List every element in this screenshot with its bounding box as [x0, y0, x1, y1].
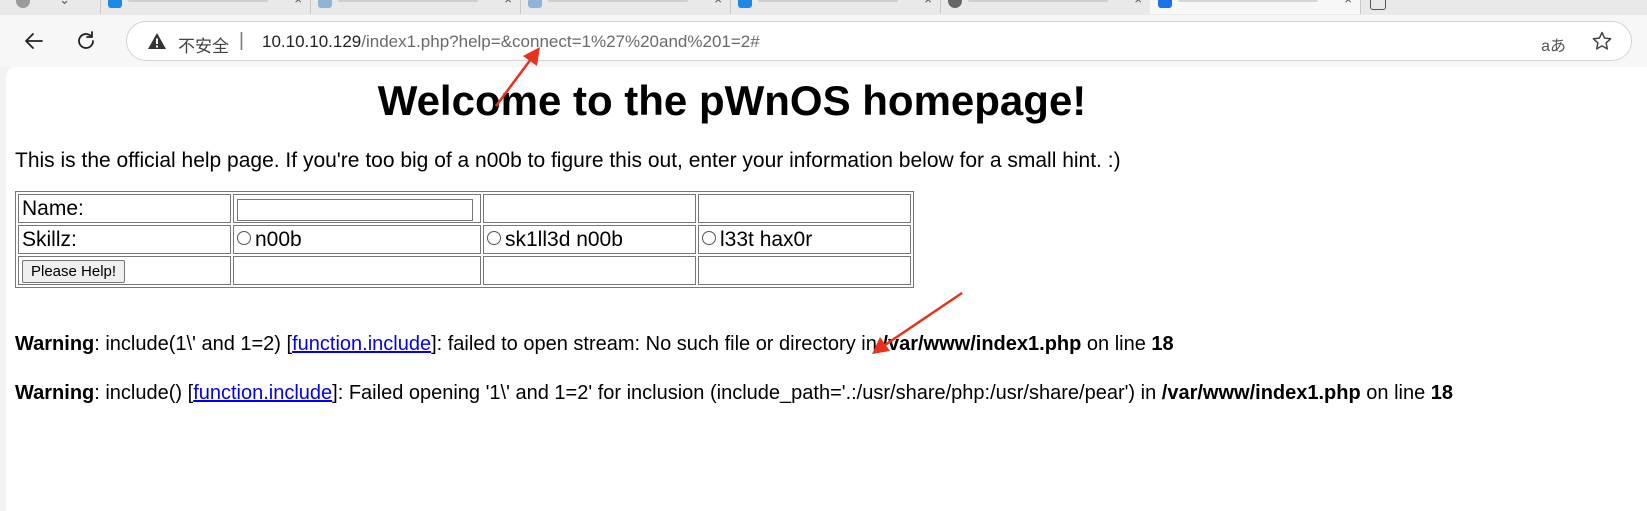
- name-label: Name:: [18, 194, 231, 223]
- close-tab-icon[interactable]: ×: [1134, 0, 1142, 7]
- tab-favicon-icon: [738, 0, 752, 8]
- submit-cell: Please Help!: [18, 256, 231, 285]
- tab-favicon-icon: [528, 0, 542, 8]
- tab-title: [338, 0, 478, 2]
- reload-icon: [78, 31, 94, 49]
- empty-cell: [233, 256, 481, 285]
- browser-tab-active[interactable]: ×: [1150, 0, 1361, 14]
- name-cell: [233, 194, 481, 223]
- address-separator: |: [239, 30, 244, 51]
- warning-file: /var/www/index1.php: [882, 333, 1082, 355]
- arrow-left-icon: [25, 33, 43, 49]
- close-tab-icon[interactable]: ×: [504, 0, 512, 7]
- reload-button[interactable]: [70, 25, 102, 57]
- please-help-button[interactable]: Please Help!: [22, 260, 126, 283]
- warning-icon[interactable]: [147, 31, 167, 51]
- url-text[interactable]: 10.10.10.129/index1.php?help=&connect=1%…: [262, 32, 760, 52]
- radio-button[interactable]: [702, 231, 716, 246]
- skill-label: Skillz:: [18, 225, 231, 254]
- url-path: /index1.php?help=&connect=1%27%20and%201…: [361, 32, 760, 51]
- close-tab-icon[interactable]: ×: [714, 0, 722, 7]
- warning-label: Warning: [15, 333, 95, 355]
- read-aloud-icon[interactable]: aあ: [1541, 32, 1566, 56]
- radio-button[interactable]: [237, 231, 251, 246]
- warning-text: ]: Failed opening '1\' and 1=2' for incl…: [332, 382, 1162, 404]
- page-viewport: Welcome to the pWnOS homepage! This is t…: [6, 67, 1647, 511]
- favorite-star-icon[interactable]: [1591, 30, 1613, 52]
- warning-file: /var/www/index1.php: [1161, 382, 1361, 404]
- radio-button[interactable]: [487, 231, 501, 246]
- tab-favicon-icon: [318, 0, 332, 8]
- browser-toolbar: 不安全 | 10.10.10.129/index1.php?help=&conn…: [0, 15, 1647, 67]
- warning-line-number: 18: [1430, 382, 1454, 404]
- warning-text: on line: [1081, 333, 1152, 355]
- security-status[interactable]: 不安全: [178, 32, 229, 57]
- tab-dropdown-icon[interactable]: ⌄: [59, 0, 70, 8]
- warning-text: : include() [: [94, 382, 194, 404]
- page-title: Welcome to the pWnOS homepage!: [377, 77, 1087, 124]
- url-host: 10.10.10.129: [262, 32, 362, 51]
- tab-favicon-icon: [1158, 0, 1172, 8]
- tab-title: [1178, 0, 1318, 2]
- tab-strip: ⌄ × × × × × ×: [0, 0, 1647, 15]
- close-tab-icon[interactable]: ×: [294, 0, 302, 7]
- warning-line-number: 18: [1151, 333, 1174, 355]
- browser-tab[interactable]: ×: [100, 0, 311, 14]
- new-tab-button[interactable]: [1360, 0, 1400, 14]
- warning-text: on line: [1360, 382, 1431, 404]
- empty-cell: [698, 256, 911, 285]
- empty-cell: [483, 256, 696, 285]
- skill-option-l33t-hax0r[interactable]: l33t hax0r: [698, 225, 911, 254]
- tab-favicon-icon: [948, 0, 962, 8]
- browser-tab[interactable]: ×: [310, 0, 521, 14]
- close-tab-icon[interactable]: ×: [1344, 0, 1352, 7]
- skill-option-sk1ll3d-n00b[interactable]: sk1ll3d n00b: [483, 225, 696, 254]
- help-form: Name: Skillz: n00b sk1ll3d n00b l33t hax…: [15, 191, 914, 288]
- skill-option-label: n00b: [255, 227, 302, 251]
- browser-tab[interactable]: ×: [520, 0, 731, 14]
- skill-option-label: sk1ll3d n00b: [505, 227, 623, 251]
- browser-tab[interactable]: ×: [940, 0, 1151, 14]
- address-bar[interactable]: 不安全 | 10.10.10.129/index1.php?help=&conn…: [126, 21, 1632, 61]
- close-tab-icon[interactable]: ×: [924, 0, 932, 7]
- function-include-link[interactable]: function.include: [292, 333, 431, 355]
- browser-tab[interactable]: ⌄: [0, 0, 101, 14]
- back-button[interactable]: [18, 25, 50, 57]
- new-tab-icon: [1370, 0, 1386, 10]
- browser-tab[interactable]: ×: [730, 0, 941, 14]
- tab-title: [968, 0, 1108, 2]
- empty-cell: [698, 194, 911, 223]
- tab-title: [758, 0, 898, 2]
- empty-cell: [483, 194, 696, 223]
- tab-favicon-icon: [108, 0, 122, 8]
- avatar: [16, 0, 30, 8]
- tab-title: [128, 0, 268, 2]
- php-warning-1: Warning: include(1\' and 1=2) [function.…: [15, 333, 1174, 356]
- name-input[interactable]: [237, 198, 473, 221]
- warning-label: Warning: [15, 382, 95, 404]
- warning-text: : include(1\' and 1=2) [: [94, 333, 293, 355]
- intro-text: This is the official help page. If you'r…: [15, 149, 1121, 172]
- warning-text: ]: failed to open stream: No such file o…: [431, 333, 883, 355]
- tab-title: [548, 0, 688, 2]
- php-warning-2: Warning: include() [function.include]: F…: [15, 382, 1453, 405]
- skill-option-n00b[interactable]: n00b: [233, 225, 481, 254]
- skill-option-label: l33t hax0r: [720, 227, 813, 251]
- function-include-link[interactable]: function.include: [193, 382, 332, 404]
